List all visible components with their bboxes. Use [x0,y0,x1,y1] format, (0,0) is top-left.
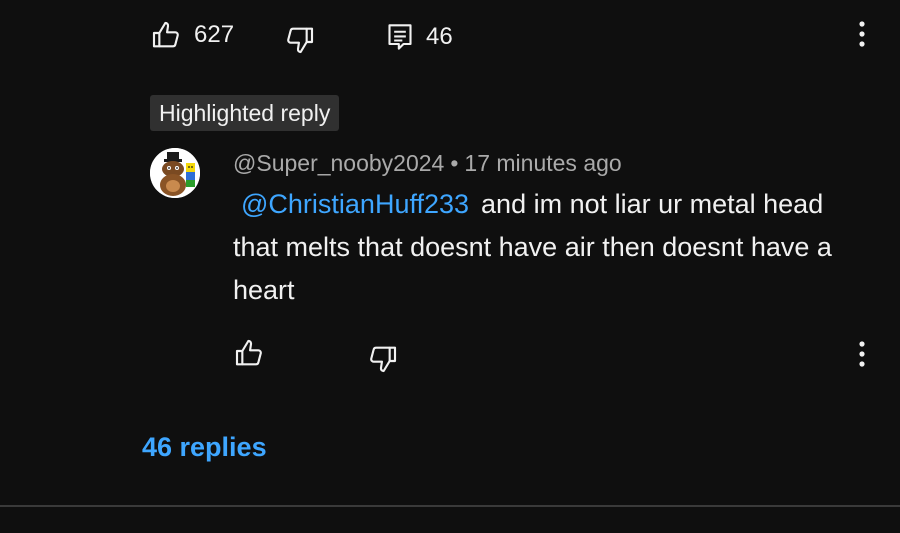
more-vertical-icon [859,20,865,52]
reply-like-button[interactable] [233,337,265,369]
thumbs-down-icon [367,343,399,375]
reply-dislike-button[interactable] [367,343,399,375]
thumbs-up-icon [233,337,265,369]
author-handle[interactable]: @Super_nooby2024 [233,150,444,176]
meta-separator: • [450,150,459,176]
thumbs-up-icon [150,19,182,51]
mention-link[interactable]: @ChristianHuff233 [241,189,469,219]
comment-icon [386,21,414,53]
reply-count: 46 [426,23,453,50]
parent-like-button[interactable]: 627 [150,19,234,51]
comment-meta: @Super_nooby2024 • 17 minutes ago [233,148,622,178]
avatar[interactable] [150,148,200,198]
parent-reply-button[interactable]: 46 [386,21,453,53]
comment-body: @ChristianHuff233 and im not liar ur meta… [233,183,873,312]
thumbs-down-icon [284,24,316,56]
reply-more-button[interactable] [850,338,874,374]
more-vertical-icon [859,340,865,372]
comment-timestamp[interactable]: 17 minutes ago [464,150,621,176]
divider [0,505,900,507]
avatar-image [150,148,200,198]
like-count: 627 [194,21,235,48]
parent-more-button[interactable] [850,18,874,54]
parent-dislike-button[interactable] [284,24,316,56]
highlighted-reply-badge: Highlighted reply [150,95,340,131]
view-replies-link[interactable]: 46 replies [142,430,267,464]
